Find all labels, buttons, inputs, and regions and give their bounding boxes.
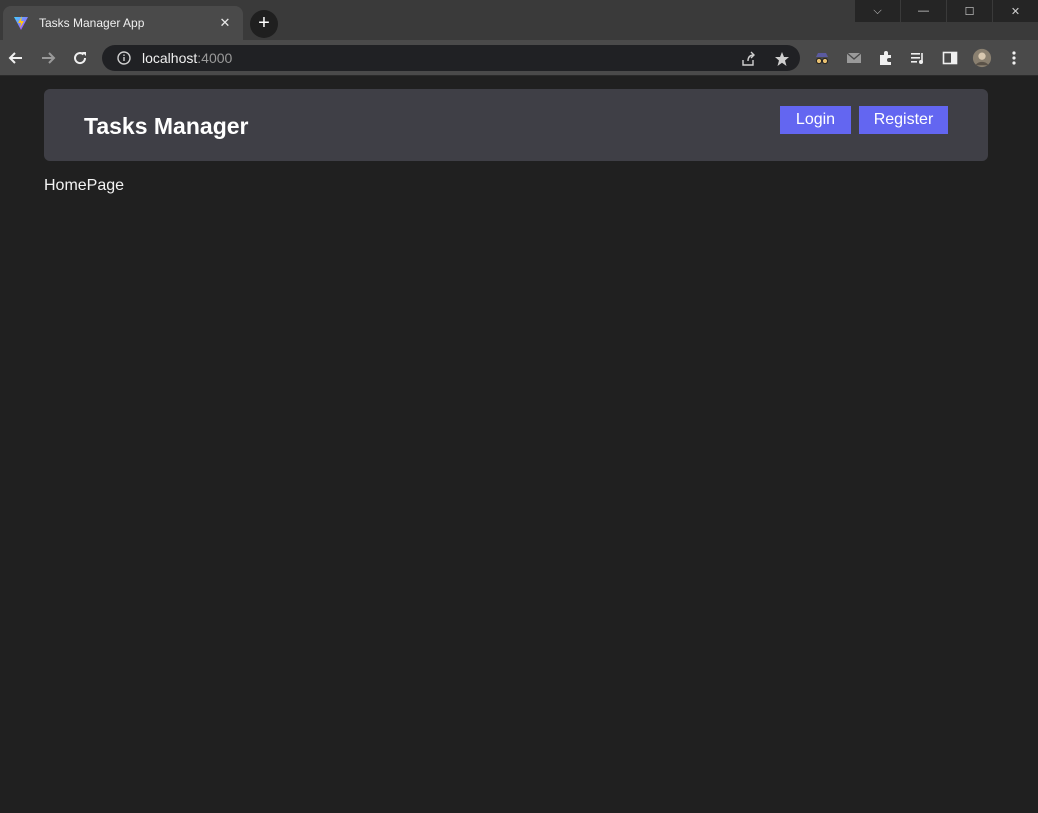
page-viewport: Tasks Manager Login Register HomePage <box>0 76 1038 813</box>
forward-arrow-icon[interactable] <box>38 48 58 68</box>
mail-icon[interactable] <box>844 48 864 68</box>
new-tab-button[interactable]: + <box>250 10 278 38</box>
browser-toolbar: localhost:4000 <box>0 40 1038 76</box>
app-title: Tasks Manager <box>84 113 249 139</box>
reload-icon[interactable] <box>70 48 90 68</box>
login-button[interactable]: Login <box>780 106 851 134</box>
tab-close-icon[interactable]: ✕ <box>217 15 233 31</box>
browser-tab[interactable]: Tasks Manager App ✕ <box>3 6 243 40</box>
kebab-menu-icon[interactable] <box>1004 48 1024 68</box>
puzzle-icon[interactable] <box>876 48 896 68</box>
incognito-icon[interactable] <box>812 48 832 68</box>
star-icon[interactable] <box>772 49 792 69</box>
window-controls: ⌵ — ☐ ✕ <box>854 0 1038 22</box>
browser-titlebar: Tasks Manager App ✕ + ⌵ — ☐ ✕ <box>0 0 1038 40</box>
url-host: localhost <box>142 50 198 66</box>
profile-avatar[interactable] <box>972 48 992 68</box>
minimize-button[interactable]: — <box>900 0 946 22</box>
close-window-button[interactable]: ✕ <box>992 0 1038 22</box>
share-icon[interactable] <box>738 49 758 69</box>
vite-favicon-icon <box>13 15 29 31</box>
tab-search-dropdown-icon[interactable]: ⌵ <box>854 0 900 22</box>
extensions-area <box>812 48 1024 68</box>
back-arrow-icon[interactable] <box>6 48 26 68</box>
tab-title: Tasks Manager App <box>39 16 145 30</box>
address-bar[interactable]: localhost:4000 <box>102 45 800 71</box>
register-button[interactable]: Register <box>859 106 948 134</box>
media-icon[interactable] <box>908 48 928 68</box>
info-icon[interactable] <box>114 48 134 68</box>
maximize-button[interactable]: ☐ <box>946 0 992 22</box>
app-header: Tasks Manager Login Register <box>44 89 988 161</box>
sidepanel-icon[interactable] <box>940 48 960 68</box>
homepage-text: HomePage <box>44 177 125 194</box>
url-port: :4000 <box>197 50 233 66</box>
